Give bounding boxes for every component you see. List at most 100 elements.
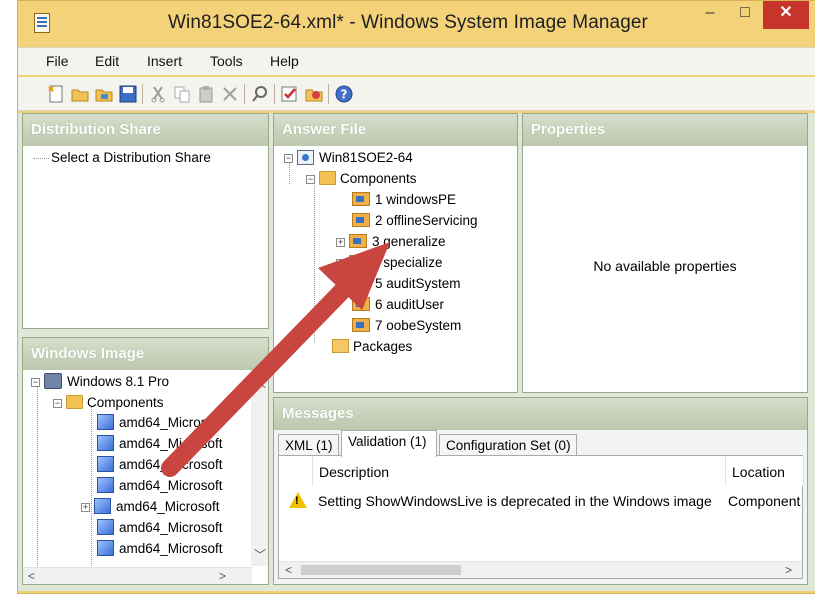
windows-image-root[interactable]: − Windows 8.1 Pro	[31, 372, 169, 392]
pass-oobesystem[interactable]: 7 oobeSystem	[352, 316, 461, 336]
menu-insert[interactable]: Insert	[147, 53, 182, 69]
windows-image-header: Windows Image	[23, 338, 268, 370]
tab-xml[interactable]: XML (1)	[278, 434, 339, 456]
answer-file-header: Answer File	[274, 114, 517, 146]
toolbar-separator	[244, 84, 245, 104]
configuration-pass-icon	[352, 318, 370, 332]
component-item[interactable]: amd64_Microsoft	[97, 476, 223, 496]
component-label: amd64_Microsoft	[119, 436, 223, 451]
menu-file[interactable]: File	[46, 53, 69, 69]
copy-icon[interactable]	[172, 84, 192, 104]
validation-message-row[interactable]: Setting ShowWindowsLive is deprecated in…	[279, 490, 802, 514]
paste-icon[interactable]	[196, 84, 216, 104]
windows-image-horizontal-scrollbar[interactable]: < >	[23, 567, 252, 584]
component-item[interactable]: amd64_Microsoft	[97, 539, 223, 559]
new-answer-file-icon[interactable]	[46, 84, 66, 104]
component-icon	[97, 435, 114, 451]
scroll-right-icon[interactable]: >	[785, 563, 792, 577]
description-column-header[interactable]: Description	[312, 456, 726, 486]
pass-label: 4 specialize	[372, 255, 443, 270]
save-icon[interactable]	[118, 84, 138, 104]
scroll-up-icon[interactable]: ︿	[254, 374, 266, 391]
distribution-share-header: Distribution Share	[23, 114, 268, 146]
menu-tools[interactable]: Tools	[210, 53, 243, 69]
pass-windowspe[interactable]: 1 windowsPE	[352, 190, 456, 210]
component-item[interactable]: amd64_Microsoft	[97, 518, 223, 538]
expand-icon[interactable]: +	[336, 259, 345, 268]
tree-connector	[37, 386, 38, 566]
answer-file-root-label: Win81SOE2-64	[319, 150, 413, 165]
configuration-pass-icon	[352, 276, 370, 290]
validate-icon[interactable]	[280, 84, 300, 104]
pass-specialize[interactable]: +4 specialize	[336, 253, 443, 273]
open-answer-file-icon[interactable]	[70, 84, 90, 104]
messages-horizontal-scrollbar[interactable]: < >	[279, 561, 802, 578]
tab-configuration-set[interactable]: Configuration Set (0)	[439, 434, 577, 456]
menu-edit[interactable]: Edit	[95, 53, 119, 69]
tab-validation[interactable]: Validation (1)	[341, 430, 437, 457]
component-item[interactable]: amd64_Microsoft	[97, 455, 223, 475]
window-title: Win81SOE2-64.xml* - Windows System Image…	[168, 12, 648, 33]
app-icon	[34, 13, 50, 33]
answer-file-panel: Answer File − Win81SOE2-64 − Components 1 …	[273, 113, 518, 393]
component-item[interactable]: amd64_Microsoft	[97, 413, 223, 433]
component-item[interactable]: amd64_Microsoft	[97, 434, 223, 454]
answer-file-components[interactable]: − Components	[306, 169, 417, 189]
minimize-button[interactable]: –	[693, 1, 727, 29]
scroll-right-icon[interactable]: >	[219, 569, 226, 583]
tree-connector	[314, 182, 315, 342]
select-distribution-share-item[interactable]: Select a Distribution Share	[51, 148, 211, 168]
component-icon	[97, 456, 114, 472]
windows-image-body: − Windows 8.1 Pro − Components amd64_Micro…	[23, 370, 268, 584]
component-icon	[97, 540, 114, 556]
expand-icon[interactable]: +	[81, 503, 90, 512]
find-icon[interactable]	[250, 84, 270, 104]
help-icon[interactable]: ?	[334, 84, 354, 104]
scroll-left-icon[interactable]: <	[28, 569, 35, 583]
windows-image-components[interactable]: − Components	[53, 393, 164, 413]
pass-auditsystem[interactable]: 5 auditSystem	[352, 274, 461, 294]
component-icon	[97, 519, 114, 535]
answer-file-root[interactable]: − Win81SOE2-64	[284, 148, 413, 168]
open-distribution-share-icon[interactable]	[94, 84, 114, 104]
properties-body: No available properties	[523, 146, 807, 392]
location-column-header[interactable]: Location	[726, 456, 804, 486]
configuration-pass-icon	[352, 192, 370, 206]
pass-audituser[interactable]: 6 auditUser	[352, 295, 444, 315]
configuration-pass-icon	[349, 234, 367, 248]
collapse-icon[interactable]: −	[53, 399, 62, 408]
menu-bar: File Edit Insert Tools Help	[18, 47, 815, 75]
windows-image-vertical-scrollbar[interactable]: ︿ ﹀	[251, 370, 268, 566]
scroll-down-icon[interactable]: ﹀	[254, 546, 266, 563]
answer-file-packages[interactable]: Packages	[332, 337, 412, 357]
tree-connector	[33, 158, 49, 159]
pass-generalize[interactable]: +3 generalize	[336, 232, 446, 252]
messages-panel: Messages XML (1) Validation (1) Configur…	[273, 397, 808, 585]
app-window: Win81SOE2-64.xml* - Windows System Image…	[17, 0, 815, 594]
client-area: Distribution Share Select a Distribution…	[18, 113, 815, 591]
component-icon	[97, 414, 114, 430]
component-item[interactable]: + amd64_Microsoft	[81, 497, 220, 517]
component-label: amd64_Microsoft	[119, 478, 223, 493]
scroll-left-icon[interactable]: <	[285, 563, 292, 577]
windows-image-root-label: Windows 8.1 Pro	[67, 374, 170, 389]
component-label: amd64_Microsoft	[119, 520, 223, 535]
pass-label: 6 auditUser	[375, 297, 445, 312]
collapse-icon[interactable]: −	[284, 154, 293, 163]
expand-icon[interactable]: +	[336, 238, 345, 247]
collapse-icon[interactable]: −	[31, 378, 40, 387]
component-label: amd64_Microsoft	[116, 499, 220, 514]
answer-file-icon	[297, 150, 314, 165]
collapse-icon[interactable]: −	[306, 175, 315, 184]
close-button[interactable]: ✕	[763, 1, 809, 29]
folder-icon	[332, 339, 349, 353]
delete-icon[interactable]	[220, 84, 240, 104]
create-configuration-set-icon[interactable]	[304, 84, 324, 104]
title-bar[interactable]: Win81SOE2-64.xml* - Windows System Image…	[18, 1, 815, 45]
properties-header: Properties	[523, 114, 807, 146]
cut-icon[interactable]	[148, 84, 168, 104]
scrollbar-thumb[interactable]	[301, 565, 461, 575]
maximize-button[interactable]: □	[728, 1, 762, 29]
menu-help[interactable]: Help	[270, 53, 299, 69]
pass-offlineservicing[interactable]: 2 offlineServicing	[352, 211, 478, 231]
